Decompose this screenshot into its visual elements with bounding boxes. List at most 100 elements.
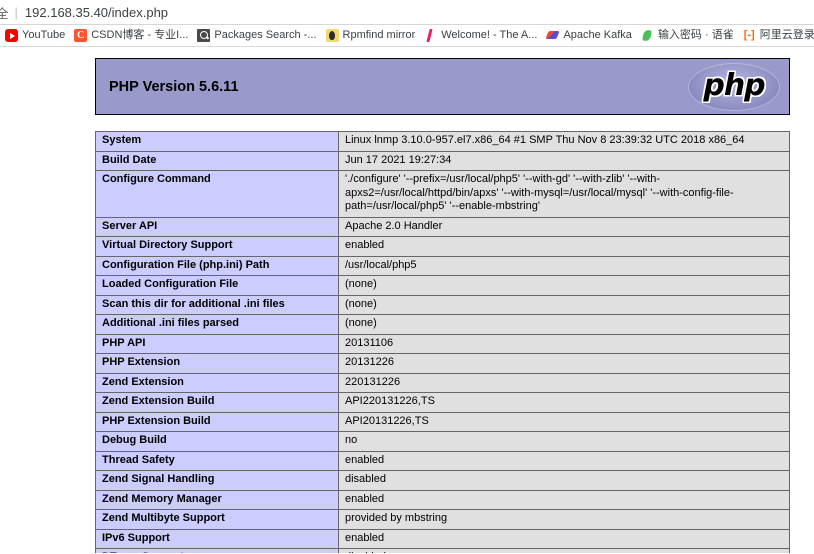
table-row: Scan this dir for additional .ini files(… bbox=[95, 294, 790, 315]
table-row: Additional .ini files parsed (none) bbox=[95, 314, 790, 335]
table-row: Zend Memory Manager enabled bbox=[95, 489, 790, 510]
bookmark-label: 阿里云登录 - 欢迎... bbox=[759, 29, 814, 41]
table-row: Configuration File (php.ini) Path/usr/lo… bbox=[95, 255, 790, 276]
bookmark-apache-kafka[interactable]: Apache Kafka bbox=[543, 26, 637, 46]
table-row: PHP Extension Build API20131226,TS bbox=[95, 411, 790, 432]
table-cell-key: PHP API bbox=[95, 333, 339, 354]
csdn-icon: C bbox=[74, 29, 88, 42]
table-row: IPv6 Support enabled bbox=[95, 528, 790, 549]
table-cell-key: PHP Extension Build bbox=[95, 411, 339, 432]
bookmark-label: Apache Kafka bbox=[563, 29, 632, 41]
table-cell-key: Zend Extension Build bbox=[95, 392, 339, 413]
bookmark-label: 输入密码 · 语雀 bbox=[657, 29, 734, 41]
table-row: Zend Multibyte Support provided by mbstri… bbox=[95, 509, 790, 530]
table-cell-value: 20131106 bbox=[338, 333, 790, 354]
table-cell-value: /usr/local/php5 bbox=[338, 255, 790, 276]
youtube-icon bbox=[5, 29, 18, 42]
table-cell-value: (none) bbox=[338, 314, 790, 335]
table-cell-key: Scan this dir for additional .ini files bbox=[95, 294, 339, 315]
table-cell-key: IPv6 Support bbox=[95, 528, 339, 549]
table-cell-value: no bbox=[338, 431, 790, 452]
bookmark-youtube[interactable]: YouTube bbox=[2, 26, 70, 46]
table-cell-value: (none) bbox=[338, 294, 790, 315]
table-row: Build Date Jun 17 2021 19:27:34 bbox=[95, 150, 790, 171]
table-row: PHP API 20131106 bbox=[95, 333, 790, 354]
bookmark-packages-search[interactable]: Packages Search -... bbox=[194, 26, 321, 46]
table-cell-key: Loaded Configuration File bbox=[95, 275, 339, 296]
table-cell-key: Debug Build bbox=[95, 431, 339, 452]
table-row: System Linux lnmp 3.10.0-957.el7.x86_64 #… bbox=[95, 131, 790, 152]
bookmark-welcome-apache[interactable]: Welcome! - The A... bbox=[421, 26, 542, 46]
page-viewport: PHP Version 5.6.11 php System Linux lnmp … bbox=[0, 47, 814, 553]
bookmark-label: Packages Search -... bbox=[214, 29, 317, 41]
security-status-label[interactable]: 全 bbox=[0, 3, 9, 22]
table-row: DTrace Supportdisabled bbox=[95, 548, 790, 553]
bookmarks-bar[interactable]: YouTube C CSDN博客 - 专业I... Packages Searc… bbox=[0, 25, 814, 47]
phpinfo-content: PHP Version 5.6.11 php System Linux lnmp … bbox=[95, 58, 790, 553]
table-cell-key: DTrace Support bbox=[95, 548, 339, 553]
table-row: Zend Extension Build API220131226,TS bbox=[95, 392, 790, 413]
phpinfo-table: System Linux lnmp 3.10.0-957.el7.x86_64 #… bbox=[95, 131, 790, 553]
table-cell-value: enabled bbox=[338, 450, 790, 471]
table-cell-value: disabled bbox=[338, 548, 790, 553]
table-cell-value: disabled bbox=[338, 470, 790, 491]
table-row: Zend Signal Handling disabled bbox=[95, 470, 790, 491]
address-bar[interactable]: 全 | 192.168.35.40/index.php bbox=[0, 0, 814, 25]
apache-feather-icon bbox=[424, 29, 437, 42]
table-row: Server API Apache 2.0 Handler bbox=[95, 216, 790, 237]
table-cell-value: API220131226,TS bbox=[338, 392, 790, 413]
table-cell-key: Zend Multibyte Support bbox=[95, 509, 339, 530]
php-logo-text: php bbox=[703, 67, 765, 103]
table-cell-value: './configure' '--prefix=/usr/local/php5'… bbox=[338, 170, 790, 218]
bookmark-label: Rpmfind mirror bbox=[342, 29, 416, 41]
page-title: PHP Version 5.6.11 bbox=[109, 78, 239, 95]
table-row: Configure Command './configure' '--prefix… bbox=[95, 170, 790, 218]
browser-chrome: 全 | 192.168.35.40/index.php YouTube C CS… bbox=[0, 0, 814, 47]
table-cell-key: Additional .ini files parsed bbox=[95, 314, 339, 335]
table-cell-key: Zend Extension bbox=[95, 372, 339, 393]
table-cell-value: enabled bbox=[338, 489, 790, 510]
url-text[interactable]: 192.168.35.40/index.php bbox=[25, 5, 168, 20]
table-cell-key: Configure Command bbox=[95, 170, 339, 218]
table-cell-value: Jun 17 2021 19:27:34 bbox=[338, 150, 790, 171]
table-cell-value: Apache 2.0 Handler bbox=[338, 216, 790, 237]
table-cell-value: provided by mbstring bbox=[338, 509, 790, 530]
bookmark-yuque[interactable]: 输入密码 · 语雀 bbox=[638, 26, 739, 46]
aliyun-icon: [-] bbox=[743, 29, 755, 41]
bookmark-rpmfind-mirror[interactable]: Rpmfind mirror bbox=[323, 26, 421, 46]
table-row: Thread Safety enabled bbox=[95, 450, 790, 471]
table-row: Zend Extension 220131226 bbox=[95, 372, 790, 393]
table-cell-value: API20131226,TS bbox=[338, 411, 790, 432]
table-cell-value: 220131226 bbox=[338, 372, 790, 393]
table-cell-key: Thread Safety bbox=[95, 450, 339, 471]
table-cell-value: (none) bbox=[338, 275, 790, 296]
kafka-icon bbox=[546, 29, 559, 42]
phpinfo-table-body: System Linux lnmp 3.10.0-957.el7.x86_64 #… bbox=[95, 131, 790, 553]
table-cell-value: enabled bbox=[338, 236, 790, 257]
magnifier-icon bbox=[197, 29, 211, 42]
table-cell-key: System bbox=[95, 131, 339, 152]
yuque-leaf-icon bbox=[641, 29, 654, 42]
penguin-icon bbox=[325, 29, 339, 42]
php-logo-icon: php bbox=[688, 62, 780, 111]
bookmark-csdn[interactable]: C CSDN博客 - 专业I... bbox=[71, 26, 193, 46]
address-bar-separator: | bbox=[14, 4, 18, 20]
table-cell-key: Build Date bbox=[95, 150, 339, 171]
bookmark-label: Welcome! - The A... bbox=[441, 29, 538, 41]
bookmark-aliyun[interactable]: [-] 阿里云登录 - 欢迎... bbox=[740, 26, 814, 46]
table-cell-key: Zend Memory Manager bbox=[95, 489, 339, 510]
table-cell-value: 20131226 bbox=[338, 353, 790, 374]
table-cell-key: Virtual Directory Support bbox=[95, 236, 339, 257]
php-version-banner: PHP Version 5.6.11 php bbox=[95, 58, 790, 115]
table-cell-key: Server API bbox=[95, 216, 339, 237]
table-row: Loaded Configuration File (none) bbox=[95, 275, 790, 296]
table-row: PHP Extension 20131226 bbox=[95, 353, 790, 374]
bookmark-label: CSDN博客 - 专业I... bbox=[91, 29, 189, 41]
table-cell-key: Configuration File (php.ini) Path bbox=[95, 255, 339, 276]
table-cell-key: PHP Extension bbox=[95, 353, 339, 374]
table-cell-key: Zend Signal Handling bbox=[95, 470, 339, 491]
table-cell-value: Linux lnmp 3.10.0-957.el7.x86_64 #1 SMP … bbox=[338, 131, 790, 152]
table-cell-value: enabled bbox=[338, 528, 790, 549]
table-row: Debug Build no bbox=[95, 431, 790, 452]
bookmark-label: YouTube bbox=[22, 29, 66, 41]
